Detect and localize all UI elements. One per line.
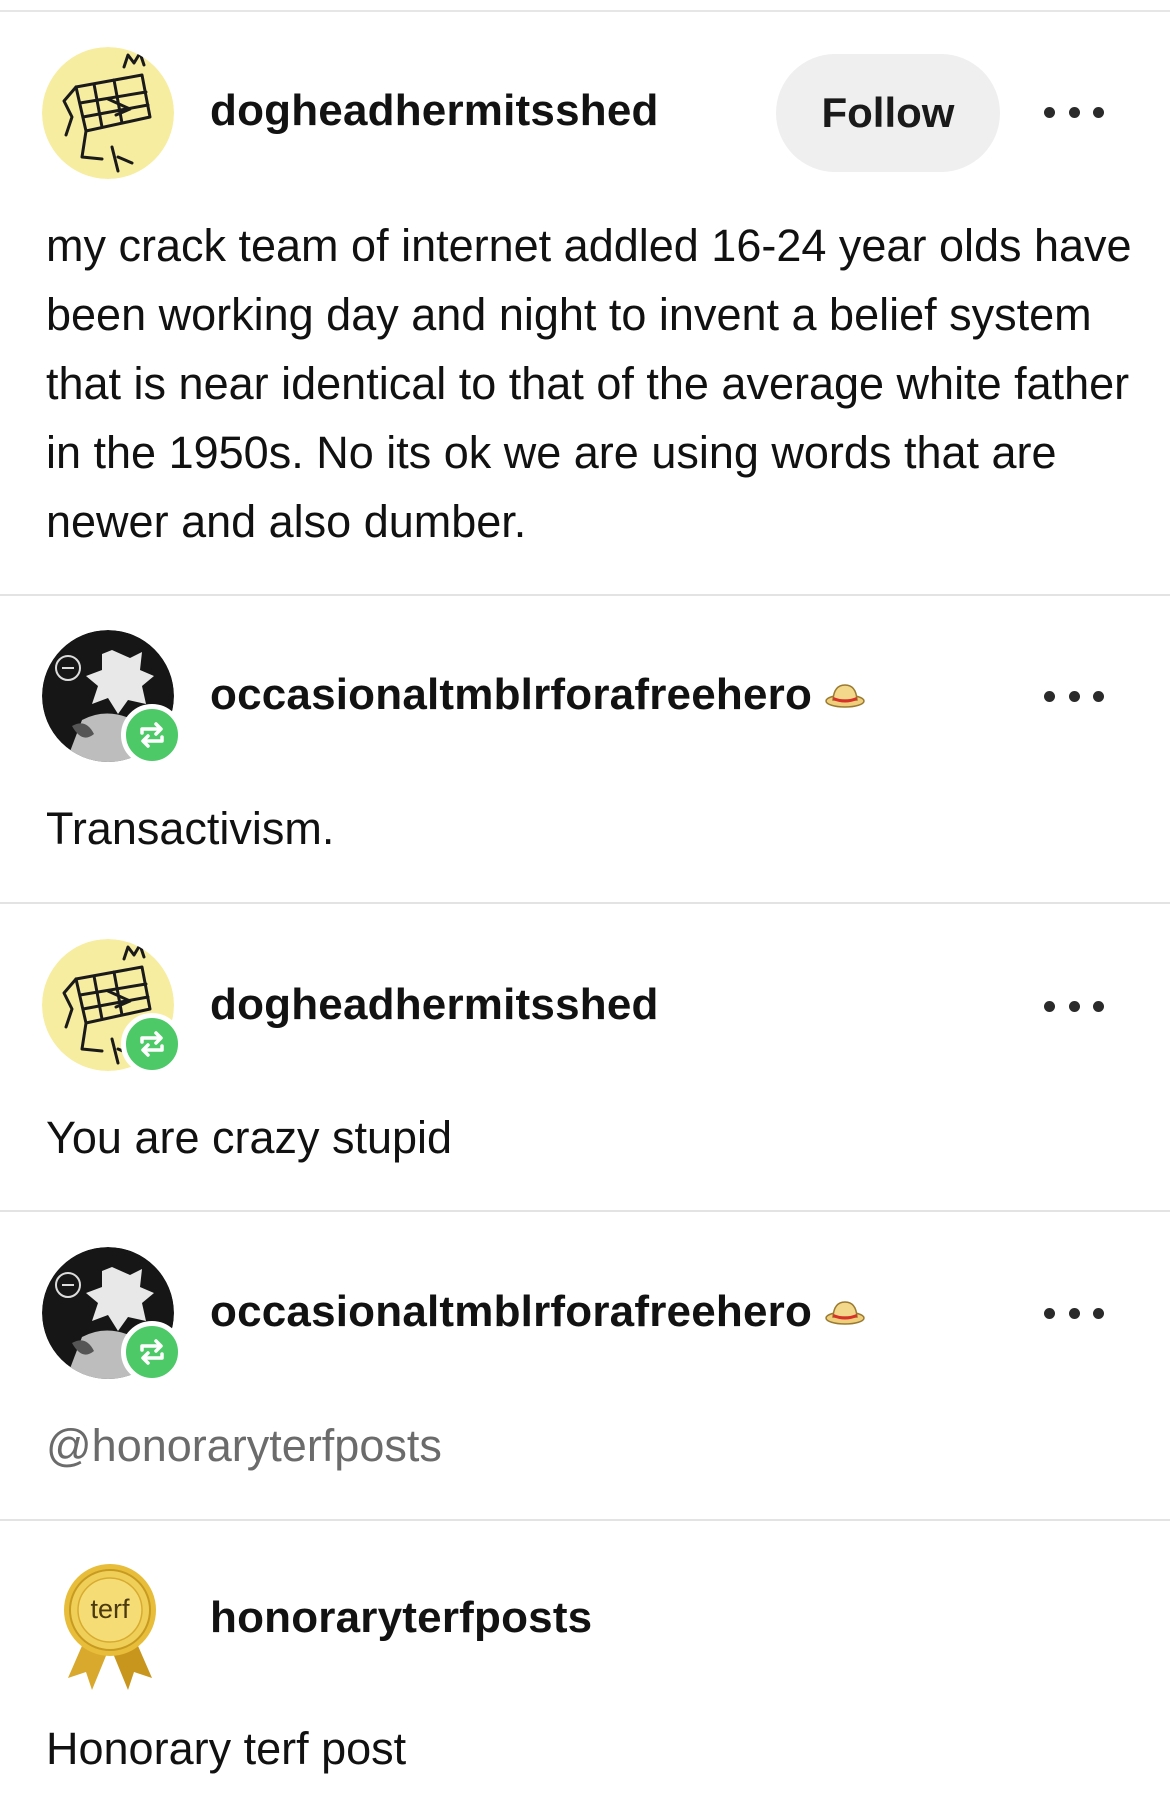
- mention-link[interactable]: @honoraryterfposts: [46, 1411, 1136, 1480]
- username-text: occasionaltmblrforafreehero: [210, 670, 813, 719]
- reblog-icon: [121, 1321, 183, 1383]
- username-text: occasionaltmblrforafreehero: [210, 1287, 813, 1336]
- more-options-icon[interactable]: [1044, 686, 1104, 706]
- post-username[interactable]: occasionaltmblrforafreehero: [210, 1287, 866, 1337]
- more-options-icon[interactable]: [1044, 996, 1104, 1016]
- post-text: You are crazy stupid: [46, 1112, 453, 1163]
- terf-ribbon-avatar-icon: terf: [64, 1564, 156, 1690]
- avatar[interactable]: terf: [52, 1562, 168, 1690]
- post-text: Honorary terf post: [46, 1723, 407, 1774]
- reblog-icon: [121, 704, 183, 766]
- reblog-icon: [121, 1013, 183, 1075]
- doghead-avatar-icon: [42, 47, 174, 179]
- post-text: Transactivism.: [46, 803, 335, 854]
- post-text: my crack team of internet addled 16-24 y…: [46, 220, 1132, 547]
- divider: [0, 1210, 1170, 1212]
- straw-hat-icon: [825, 1301, 865, 1326]
- divider: [0, 902, 1170, 904]
- post-username[interactable]: dogheadhermitsshed: [210, 86, 659, 136]
- divider: [0, 594, 1170, 596]
- divider: [0, 1519, 1170, 1521]
- badge-text: terf: [90, 1594, 130, 1624]
- more-options-icon[interactable]: [1044, 102, 1104, 122]
- avatar[interactable]: [42, 47, 174, 179]
- follow-button[interactable]: Follow: [776, 54, 1000, 172]
- straw-hat-icon: [825, 684, 865, 709]
- post-username[interactable]: occasionaltmblrforafreehero: [210, 670, 866, 720]
- post-username[interactable]: dogheadhermitsshed: [210, 980, 659, 1030]
- more-options-icon[interactable]: [1044, 1303, 1104, 1323]
- post-username[interactable]: honoraryterfposts: [210, 1593, 592, 1643]
- top-divider: [0, 10, 1170, 12]
